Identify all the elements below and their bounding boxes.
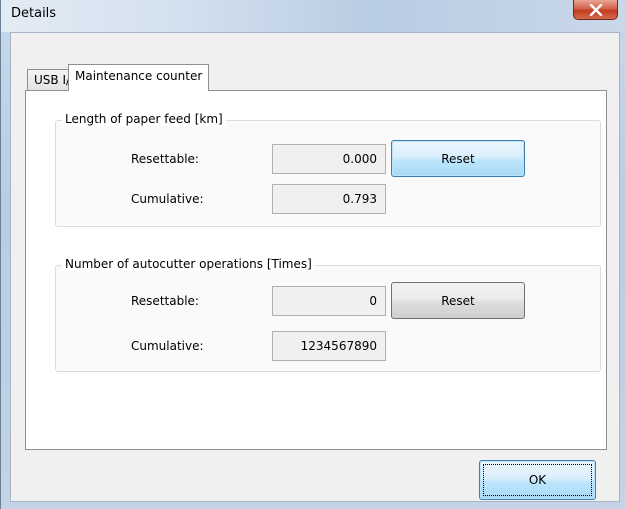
autocutter-reset-button[interactable]: Reset [391,282,525,319]
tab-maintenance-counter-label: Maintenance counter [75,69,203,83]
autocutter-cumulative-value: 1234567890 [272,331,386,361]
paper-feed-reset-button[interactable]: Reset [391,140,525,177]
paper-feed-cumulative-value: 0.793 [272,184,386,214]
paper-feed-cumulative-label: Cumulative: [131,192,204,206]
maintenance-counter-panel: Length of paper feed [km] Resettable: 0.… [25,90,607,450]
paper-feed-resettable-value: 0.000 [272,144,386,174]
details-window: Details USB I/F Maintenance counter Leng… [0,0,625,509]
paper-feed-group-title: Length of paper feed [km] [62,112,226,126]
close-button[interactable] [573,0,618,20]
close-icon [589,3,602,16]
paper-feed-resettable-label: Resettable: [131,152,199,166]
title-bar[interactable]: Details [1,0,625,32]
window-title: Details [11,6,57,21]
autocutter-group-title: Number of autocutter operations [Times] [62,257,315,271]
ok-focus-ring [483,464,592,496]
autocutter-cumulative-label: Cumulative: [131,339,204,353]
autocutter-resettable-value: 0 [272,286,386,316]
autocutter-resettable-label: Resettable: [131,294,199,308]
tab-maintenance-counter[interactable]: Maintenance counter [68,64,210,91]
ok-button[interactable]: OK [479,460,596,500]
